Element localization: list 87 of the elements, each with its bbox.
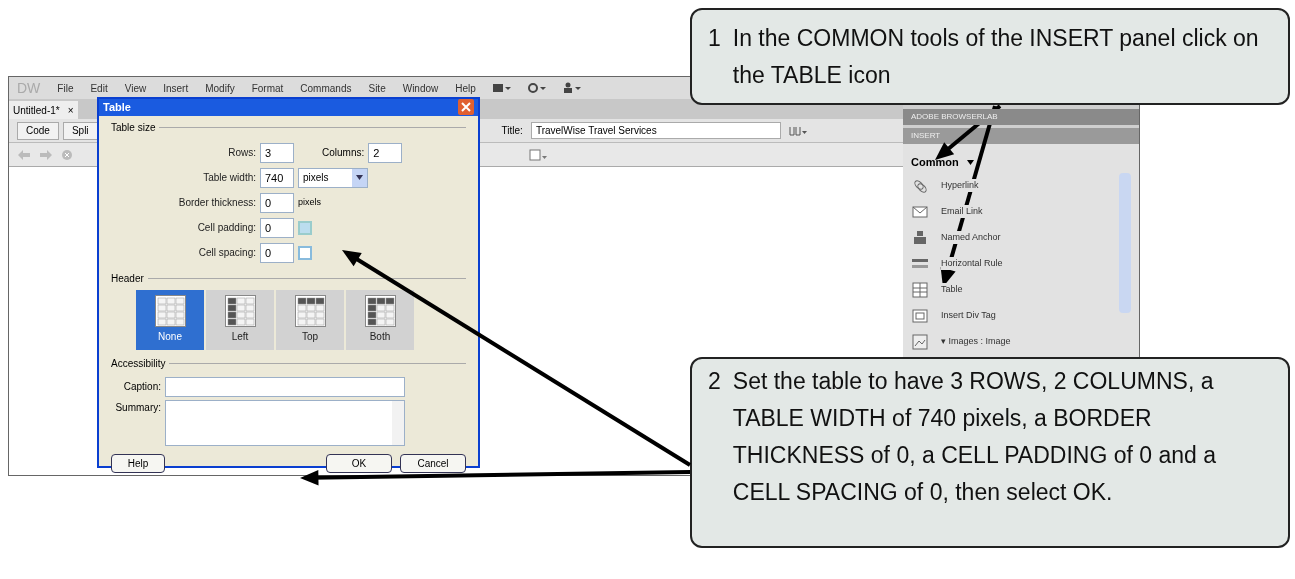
menu-item[interactable]: Site	[368, 80, 386, 96]
dialog-title: Table	[103, 100, 131, 115]
field-label: Cell padding:	[196, 221, 256, 235]
table-header-icon	[364, 295, 396, 327]
callout-text: Set the table to have 3 ROWS, 2 COLUMNS, a TABLE WIDTH of 740 pixels, a BORDER THICKNESS of 0, a CELL PADDING of 0 and a CELL SPACING of 0, then select OK.	[732, 367, 1217, 507]
insert-item[interactable]: ▾ Images : Image	[911, 328, 1119, 355]
cancel-button[interactable]: Cancel	[400, 453, 466, 473]
menu-item[interactable]: View	[124, 80, 147, 96]
rows-field[interactable]: 3	[260, 142, 294, 163]
width-field[interactable]: 740	[260, 167, 294, 188]
menu-item[interactable]: File	[57, 80, 74, 96]
menu-item[interactable]: Commands	[300, 80, 352, 96]
field-label: Columns:	[322, 146, 365, 160]
insert-item[interactable]: Insert Div Tag	[911, 302, 1119, 329]
table-header-icon	[224, 295, 256, 327]
grid-icon	[298, 220, 312, 235]
border-field[interactable]: 0	[260, 192, 294, 213]
person-icon[interactable]	[562, 82, 581, 94]
step-number: 1	[708, 24, 721, 53]
item-label: Named Anchor	[941, 230, 1001, 245]
item-label: Hyperlink	[941, 178, 979, 193]
back-icon[interactable]	[17, 148, 31, 161]
caret-icon	[356, 175, 363, 180]
columns-field[interactable]: 2	[368, 142, 403, 163]
tab-label: Untitled-1*	[13, 103, 60, 118]
insert-item[interactable]: Email Link	[911, 198, 1119, 225]
view-button[interactable]: Code	[17, 121, 59, 140]
ok-button[interactable]: OK	[326, 453, 392, 473]
table-header-icon	[294, 295, 326, 327]
view-button[interactable]: Spli	[62, 121, 98, 140]
div-icon	[911, 306, 929, 325]
header-option[interactable]: Both	[346, 289, 414, 350]
help-button[interactable]: Help	[111, 453, 165, 473]
caret-icon	[966, 159, 974, 165]
grid-icon	[298, 245, 312, 260]
unit-value: pixels	[303, 171, 329, 185]
section-label: Table size	[111, 120, 156, 135]
scroll-bar[interactable]	[392, 400, 404, 445]
unit-dropdown[interactable]: pixels	[298, 167, 368, 188]
step-number: 2	[708, 367, 721, 396]
menu-item[interactable]: Window	[402, 80, 439, 96]
insert-item[interactable]: Horizontal Rule	[911, 250, 1119, 277]
gear-icon[interactable]	[527, 82, 546, 94]
image-icon	[911, 332, 929, 351]
category-dropdown[interactable]: Common	[911, 154, 974, 171]
field-label: Rows:	[227, 146, 256, 160]
insert-item[interactable]: Named Anchor	[911, 224, 1119, 251]
menu-item[interactable]: Help	[455, 80, 476, 96]
item-label: Email Link	[941, 204, 983, 219]
forward-icon[interactable]	[39, 148, 53, 161]
file-management-icon[interactable]	[788, 124, 807, 137]
menu-item[interactable]: Edit	[90, 80, 108, 96]
insert-item[interactable]: Hyperlink	[911, 172, 1119, 199]
title-field[interactable]: TravelWise Travel Services	[530, 122, 781, 139]
header-option[interactable]: Left	[206, 289, 274, 350]
menu-item[interactable]: Format	[251, 80, 284, 96]
section-label: Header	[111, 271, 144, 286]
padding-field[interactable]: 0	[260, 217, 294, 238]
unit-label: pixels	[298, 195, 321, 209]
close-icon[interactable]: ×	[67, 102, 74, 118]
section-label: Accessibility	[111, 356, 166, 371]
item-label: Horizontal Rule	[941, 256, 1003, 271]
options-icon[interactable]	[529, 148, 547, 161]
field-label: Table width:	[202, 171, 256, 185]
menu-item[interactable]: Modify	[205, 80, 235, 96]
header-option[interactable]: Top	[276, 289, 344, 350]
scroll-bar[interactable]	[1119, 172, 1131, 313]
header-option[interactable]: None	[136, 289, 204, 350]
summary-field[interactable]	[165, 399, 405, 446]
stop-icon[interactable]	[61, 148, 73, 161]
layout-icon[interactable]	[492, 82, 511, 94]
table-header-icon	[154, 295, 186, 327]
field-label: Cell spacing:	[197, 246, 256, 260]
caption-field[interactable]	[165, 376, 405, 397]
title-label: Title:	[501, 124, 523, 138]
field-label: Caption:	[122, 380, 161, 394]
callout-text: In the COMMON tools of the INSERT panel click on the TABLE icon	[732, 24, 1260, 90]
insert-item[interactable]: Table	[911, 276, 1119, 303]
item-label: Insert Div Tag	[941, 308, 996, 323]
anchor-icon	[911, 228, 929, 247]
table-icon	[911, 280, 929, 299]
menu-item[interactable]: Insert	[163, 80, 189, 96]
field-label: Summary:	[114, 400, 161, 415]
document-tab[interactable]: Untitled-1* ×	[9, 101, 78, 119]
spacing-field[interactable]: 0	[260, 242, 294, 263]
field-label: Border thickness:	[177, 196, 256, 210]
close-icon[interactable]	[458, 99, 474, 116]
